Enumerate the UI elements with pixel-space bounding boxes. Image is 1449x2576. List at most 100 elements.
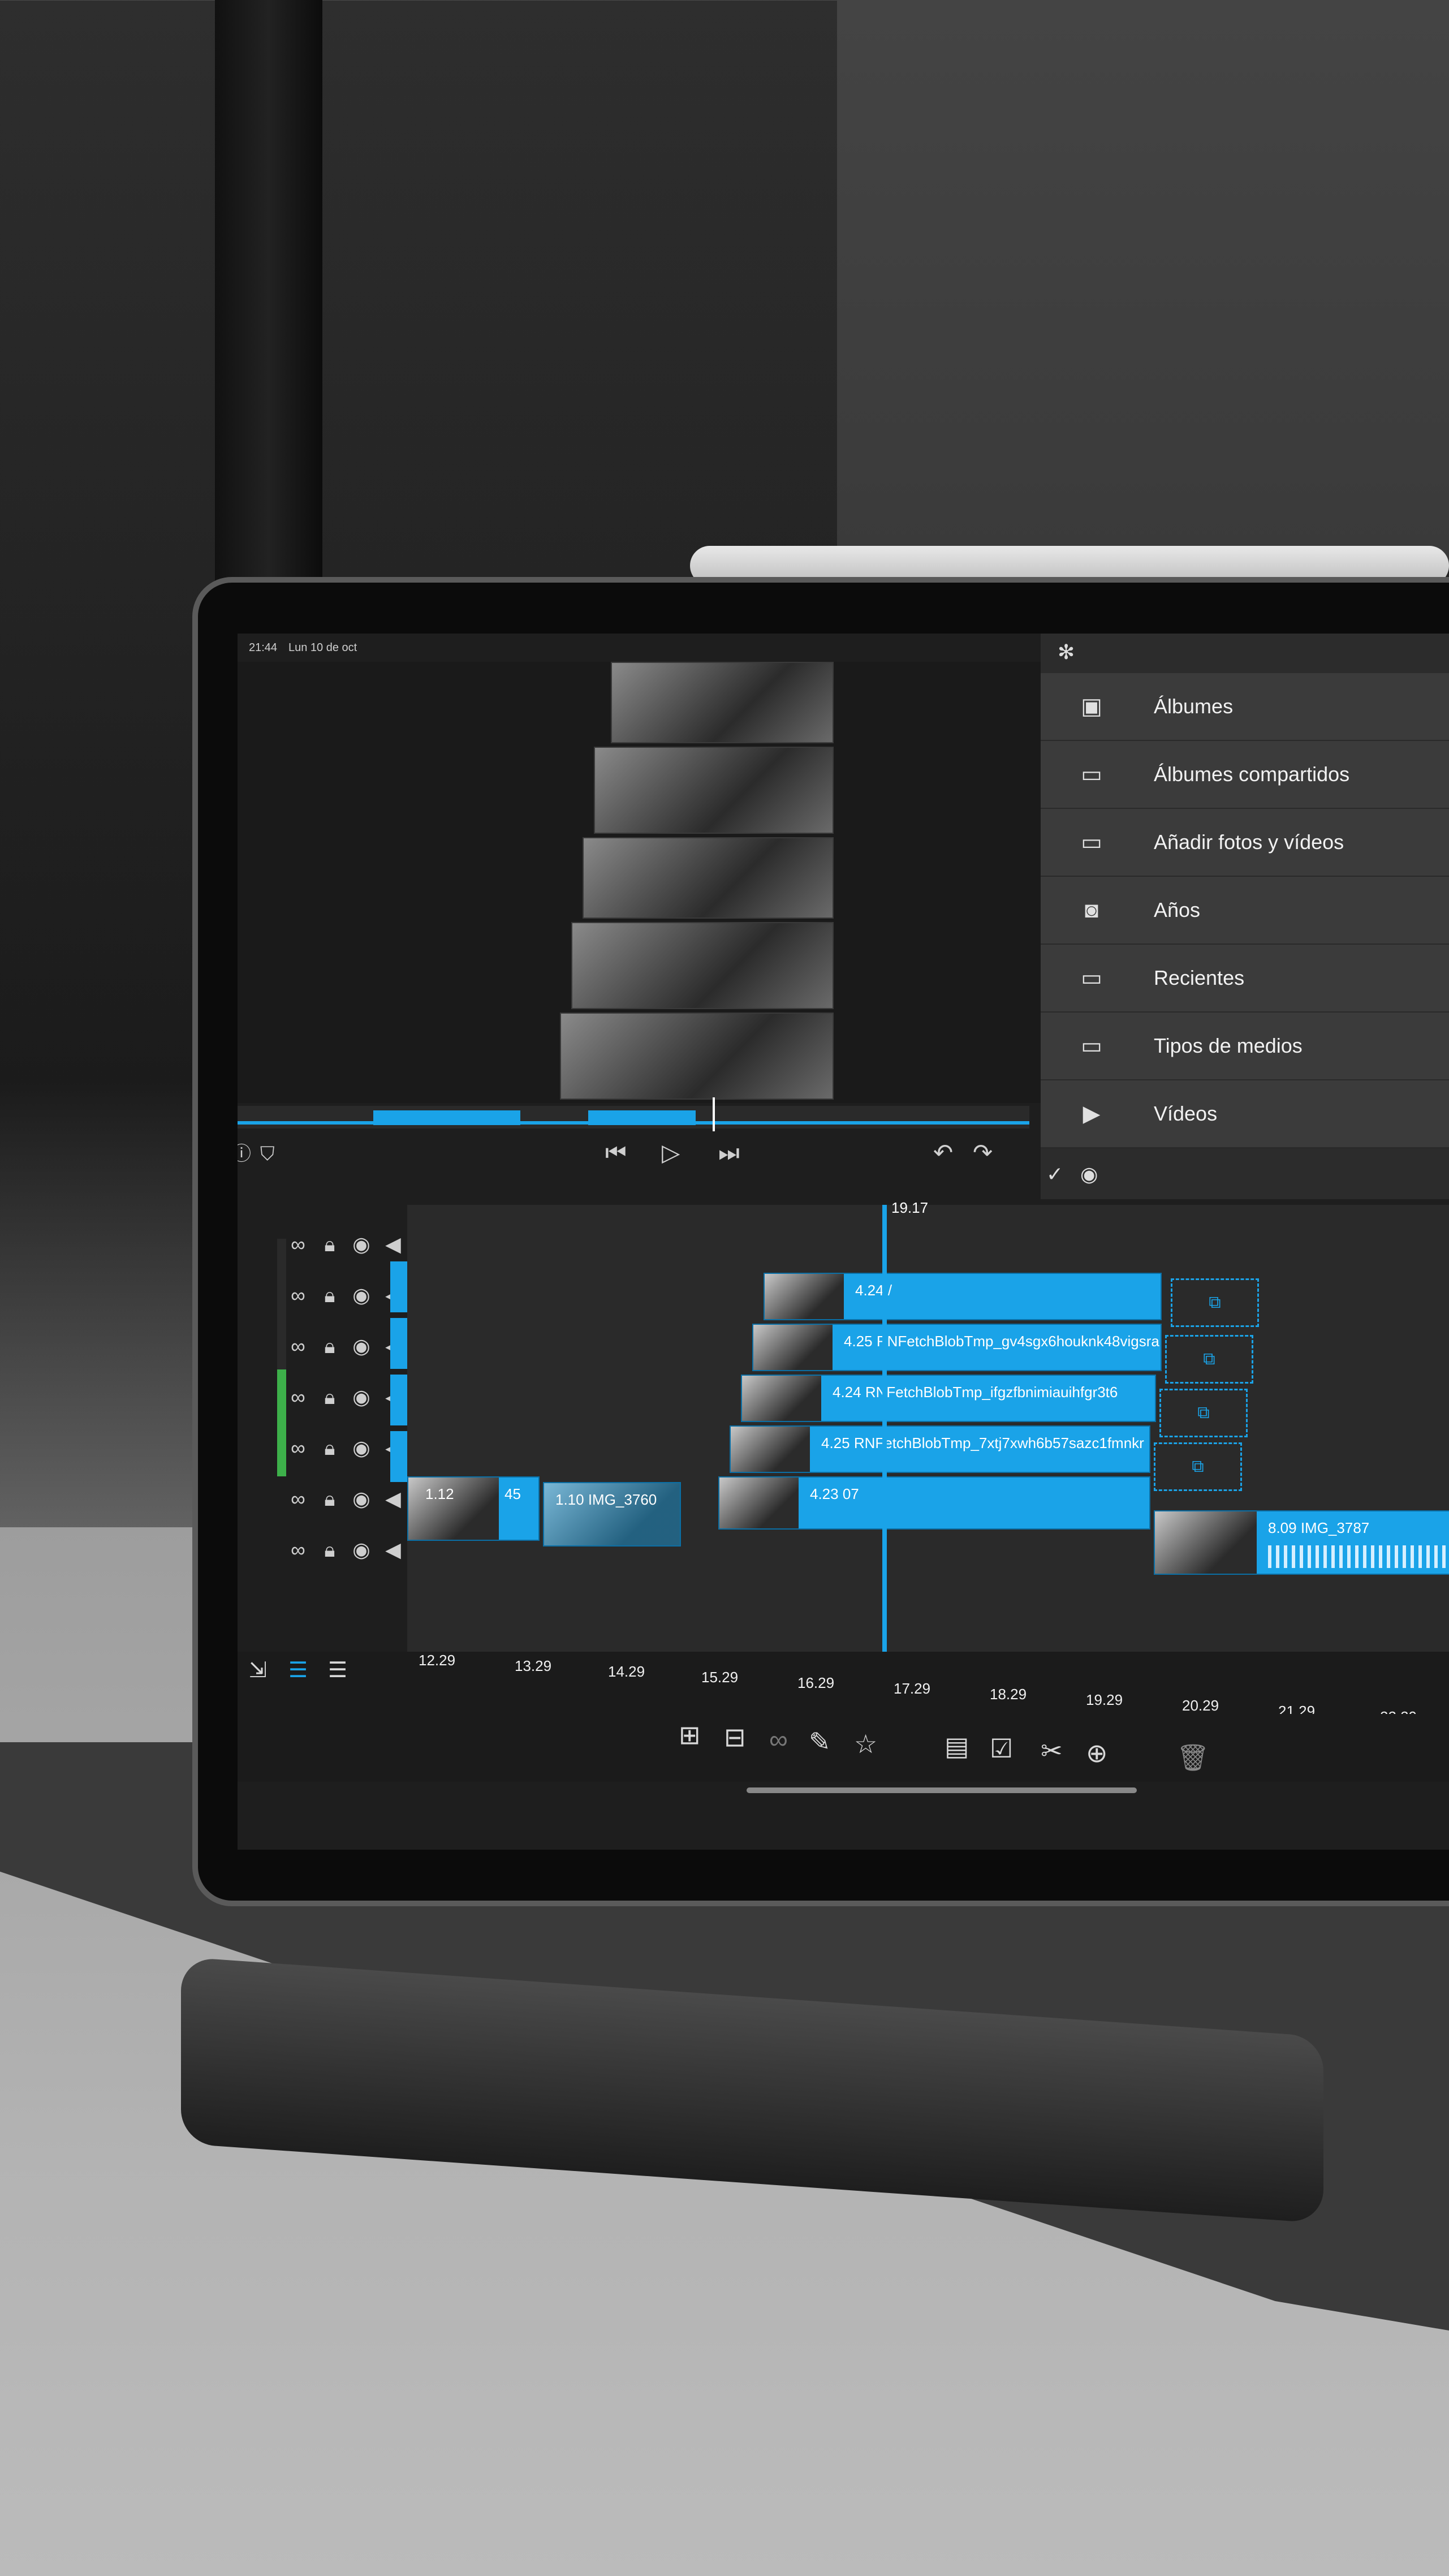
panel-item-label: Álbumes	[1154, 695, 1234, 718]
panel-item-albums[interactable]: ▣ Álbumes	[1041, 673, 1449, 742]
redo-icon[interactable]: ↷	[973, 1141, 993, 1165]
play-icon[interactable]: ▷	[662, 1141, 680, 1165]
eye-icon[interactable]: ◉	[352, 1385, 371, 1409]
clip-label: 1.12	[425, 1485, 454, 1502]
track-selector[interactable]	[390, 1375, 407, 1425]
clipboard-icon[interactable]: ▤	[945, 1731, 969, 1761]
panel-item-recents[interactable]: ▭ Recientes	[1041, 945, 1449, 1013]
lock-icon[interactable]: 🔒︎	[320, 1233, 339, 1257]
track-control-row: ∞ 🔒︎ ◉ ◀	[288, 1227, 403, 1261]
panel-item-media-types[interactable]: ▭ Tipos de medios	[1041, 1013, 1449, 1081]
checkmark-icon[interactable]: ✓	[1046, 1162, 1063, 1186]
eye-icon[interactable]: ◉	[352, 1334, 371, 1358]
timeline[interactable]: ∞ 🔒︎ ◉ ◀ ∞ 🔒︎ ◉ ◀ ∞ 🔒︎ ◉ ◀ ∞ 🔒︎ ◉ ◀ ∞ 🔒︎ ◉ ◀ ∞ 🔒︎ ◉ ◀ ∞ 🔒︎ ◉…	[238, 1199, 1449, 1680]
placeholder-clip-icon[interactable]: ⧉	[1165, 1335, 1253, 1384]
clip-label: 4.23 07	[810, 1485, 859, 1502]
scrubber-bar[interactable]	[238, 1106, 1029, 1128]
lock-icon[interactable]: 🔒︎	[320, 1283, 339, 1308]
clip-thumbnail	[753, 1325, 833, 1370]
scissors-icon[interactable]: ✂	[1041, 1735, 1063, 1766]
track-selector[interactable]	[390, 1318, 407, 1369]
select-icon[interactable]: ☑	[990, 1733, 1013, 1764]
lock-icon[interactable]: 🔒︎	[320, 1487, 339, 1511]
link-icon[interactable]: ∞	[288, 1436, 308, 1460]
eye-icon[interactable]: ◉	[352, 1538, 371, 1562]
eye-icon[interactable]: ◉	[352, 1233, 371, 1256]
ruler-tick: 14.29	[608, 1663, 645, 1680]
timeline-clip[interactable]: 1.12 45	[407, 1476, 540, 1541]
timeline-clip[interactable]: 1.10 IMG_3760	[543, 1482, 681, 1547]
export-icon[interactable]: ⇲	[249, 1657, 267, 1683]
clip-thumbnail	[765, 1274, 844, 1319]
panel-item-label: Años	[1154, 898, 1201, 921]
folder-icon: ▭	[1081, 762, 1102, 787]
undo-icon[interactable]: ↶	[933, 1141, 953, 1165]
lock-icon[interactable]: 🔒︎	[320, 1385, 339, 1410]
panel-item-videos[interactable]: ▶ Vídeos	[1041, 1080, 1449, 1149]
link-icon[interactable]: ∞	[288, 1487, 308, 1511]
timeline-clip[interactable]: 4.24 RNFetchBlobTmp_ifgzfbnimiauihfgr3t6	[741, 1375, 1156, 1422]
eye-icon[interactable]: ◉	[352, 1283, 371, 1307]
split-track-icon[interactable]: ⊟	[724, 1722, 746, 1752]
pencil-icon[interactable]: ✎	[809, 1726, 831, 1757]
trash-icon[interactable]: 🗑︎	[1176, 1742, 1209, 1773]
ruler-tick: 17.29	[894, 1680, 931, 1697]
timeline-view-icon[interactable]: ☰	[288, 1657, 308, 1683]
audio-level-meter	[277, 1239, 286, 1476]
timeline-clip[interactable]: 4.25 RNFetchBlobTmp_7xtj7xwh6b57sazc1fmn…	[730, 1425, 1150, 1473]
eye-icon[interactable]: ◉	[352, 1436, 371, 1460]
link-icon[interactable]: ∞	[288, 1385, 308, 1409]
link-icon[interactable]: ∞	[288, 1283, 308, 1307]
panel-item-years[interactable]: ◙ Años	[1041, 877, 1449, 945]
link-icon[interactable]: ∞	[769, 1724, 788, 1755]
track-control-row: ∞ 🔒︎ ◉ ◀	[288, 1482, 403, 1516]
timeline-playhead[interactable]	[882, 1205, 887, 1680]
status-date: Lun 10 de oct	[288, 641, 357, 654]
placeholder-clip-icon[interactable]: ⧉	[1154, 1442, 1242, 1491]
timeline-clip[interactable]: 4.24 /	[764, 1273, 1162, 1320]
lock-icon[interactable]: 🔒︎	[320, 1334, 339, 1359]
panel-item-label: Álbumes compartidos	[1154, 763, 1350, 786]
lock-icon[interactable]: 🔒︎	[320, 1436, 339, 1461]
panel-item-label: Tipos de medios	[1154, 1034, 1303, 1057]
settings-gear-icon[interactable]: ✻	[1058, 640, 1075, 664]
transport-controls: ⓘ ⛉ ⏮ ▷ ⏭ ↶ ↷	[238, 1134, 1041, 1174]
eye-icon[interactable]: ◉	[352, 1487, 371, 1511]
favorite-icon[interactable]: ☆	[854, 1729, 877, 1759]
clip-thumbnail	[731, 1427, 810, 1472]
add-track-icon[interactable]: ⊞	[679, 1720, 701, 1750]
list-view-icon[interactable]: ☰	[328, 1657, 347, 1683]
clip-label: 4.25 RNFetchBlobTmp_7xtj7xwh6b57sazc1fmn…	[821, 1435, 1144, 1451]
clip-label: 1.10 IMG_3760	[555, 1491, 657, 1508]
placeholder-clip-icon[interactable]: ⧉	[1171, 1278, 1259, 1327]
status-time: 21:44	[249, 641, 278, 654]
timeline-clip[interactable]: 4.23 07	[718, 1476, 1150, 1530]
speaker-icon[interactable]: ◀	[383, 1538, 403, 1562]
link-icon[interactable]: ∞	[288, 1538, 308, 1562]
add-icon[interactable]: ⊕	[1086, 1738, 1108, 1768]
speaker-icon[interactable]: ◀	[383, 1487, 403, 1511]
panel-item-add-photos[interactable]: ▭ Añadir fotos y vídeos	[1041, 809, 1449, 877]
skip-forward-icon[interactable]: ⏭	[718, 1141, 740, 1165]
link-icon[interactable]: ∞	[288, 1334, 308, 1358]
speaker-icon[interactable]: ◀	[383, 1233, 403, 1256]
preview-playhead[interactable]	[713, 1097, 715, 1131]
timeline-clip[interactable]: 8.09 IMG_3787	[1154, 1510, 1449, 1575]
link-icon[interactable]: ∞	[288, 1233, 308, 1256]
placeholder-clip-icon[interactable]: ⧉	[1159, 1389, 1248, 1437]
home-indicator[interactable]	[747, 1787, 1137, 1793]
video-preview	[238, 662, 1103, 1103]
track-control-row: ∞🔒︎◉◀	[288, 1380, 403, 1414]
clip-thumbnail	[1155, 1511, 1257, 1574]
track-selector[interactable]	[390, 1261, 407, 1312]
lock-icon[interactable]: 🔒︎	[320, 1538, 339, 1562]
track-selector[interactable]	[390, 1431, 407, 1482]
skip-back-icon[interactable]: ⏮	[605, 1141, 627, 1165]
record-icon[interactable]: ◉	[1080, 1162, 1098, 1186]
panel-item-label: Recientes	[1154, 966, 1245, 989]
shield-icon[interactable]: ⛉	[260, 1142, 275, 1166]
panel-item-shared-albums[interactable]: ▭ Álbumes compartidos	[1041, 741, 1449, 809]
timeline-clip[interactable]: 4.25 RNFetchBlobTmp_gv4sgx6houknk48vigsr…	[752, 1324, 1162, 1371]
info-icon[interactable]: ⓘ	[238, 1142, 251, 1166]
track-control-row: ∞🔒︎◉◀	[288, 1431, 403, 1465]
